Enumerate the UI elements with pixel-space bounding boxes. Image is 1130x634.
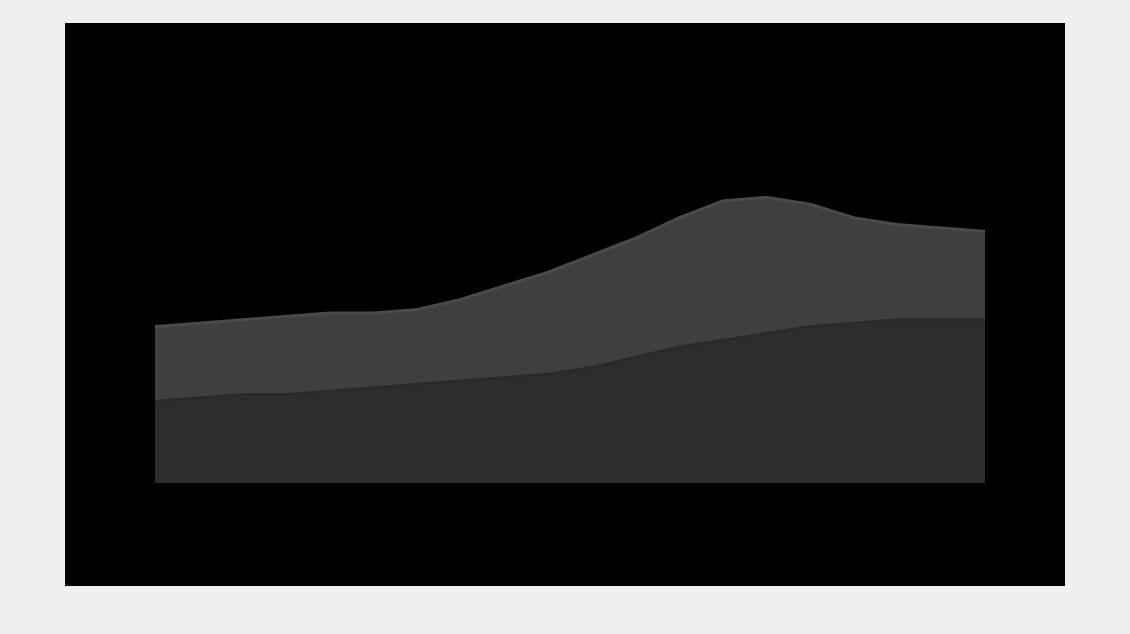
chart-card [65,23,1065,586]
chart-svg [154,195,986,483]
